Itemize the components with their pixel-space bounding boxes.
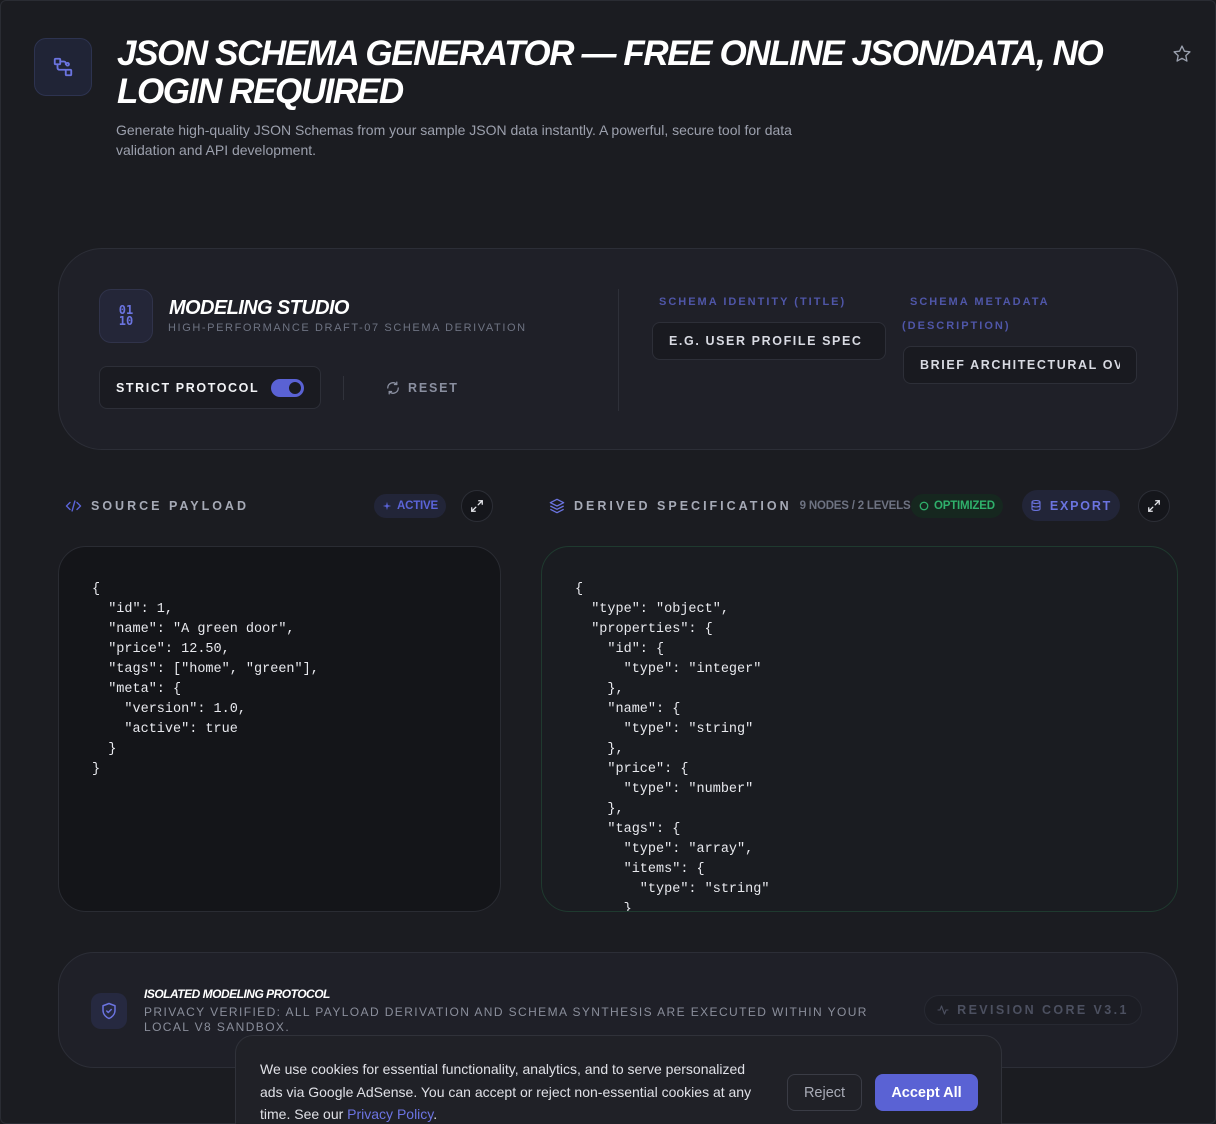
reset-button[interactable]: Reset [386,376,459,400]
studio-subtitle: High-Performance Draft-07 Schema Derivat… [168,322,527,334]
divider [343,376,344,400]
cookie-text: We use cookies for essential functionali… [260,1058,770,1124]
derived-schema-output[interactable]: { "type": "object", "properties": { "id"… [541,546,1178,912]
optimized-status-label: Optimized [934,500,995,512]
export-label: Export [1049,498,1113,513]
derived-spec-header: Derived Specification 9 Nodes / 2 Levels [549,493,911,519]
optimized-status-badge: Optimized [911,494,1003,518]
expand-icon [1148,500,1160,512]
app-window: JSON Schema Generator — Free Online JSON… [0,0,1216,1124]
strict-protocol-toggle[interactable] [271,378,304,397]
binary-icon-bottom: 10 [118,314,134,328]
code-icon [65,500,82,512]
resize-handle[interactable] [490,901,498,909]
studio-title: Modeling Studio [169,297,349,319]
derived-spec-title: Derived Specification [574,499,792,513]
schema-title-input[interactable] [652,322,886,360]
favorite-star-icon[interactable] [1169,41,1195,67]
source-payload-header: Source Payload [65,493,249,519]
protocol-title: Isolated Modeling Protocol [144,987,330,1001]
accept-all-cookies-button[interactable]: Accept All [875,1074,978,1111]
revision-label: Revision Core v3.1 [957,1003,1129,1017]
database-icon [1031,499,1041,512]
strict-protocol-label: Strict Protocol [116,380,260,395]
page-subtitle: Generate high-quality JSON Schemas from … [116,122,792,158]
node-count: 9 Nodes / 2 Levels [799,500,911,512]
privacy-policy-link[interactable]: Privacy Policy [347,1106,433,1122]
activity-icon [937,1005,949,1015]
modeling-studio-panel: 01 10 Modeling Studio High-Performance D… [58,248,1178,450]
active-status-label: Active [397,500,438,512]
layers-icon [549,498,565,514]
derived-schema-code[interactable]: { "type": "object", "properties": { "id"… [542,547,1177,911]
app-logo-icon [34,38,92,96]
reject-cookies-button[interactable]: Reject [787,1074,862,1111]
shield-check-icon [91,993,127,1029]
schema-identity-label: Schema Identity (Title) [659,296,847,308]
expand-icon [471,500,483,512]
reset-label: Reset [408,381,459,395]
toggle-knob [289,381,301,394]
schema-metadata-label: Schema Metadata (Description) [902,296,1050,332]
protocol-text: Privacy Verified: All payload derivation… [144,1005,868,1034]
binary-icon: 01 10 [99,289,153,343]
cookie-banner: We use cookies for essential functionali… [235,1035,1002,1124]
active-status-badge: Active [374,494,446,518]
strict-protocol-control: Strict Protocol [99,366,321,409]
expand-source-button[interactable] [461,490,493,522]
source-json-code[interactable]: { "id": 1, "name": "A green door", "pric… [59,547,500,780]
revision-badge: Revision Core v3.1 [924,995,1142,1025]
sparkle-icon [382,501,392,511]
resize-handle[interactable] [1167,901,1175,909]
expand-derived-button[interactable] [1138,490,1170,522]
refresh-icon [387,381,399,395]
divider [618,289,619,411]
source-json-editor[interactable]: { "id": 1, "name": "A green door", "pric… [58,546,501,912]
export-button[interactable]: Export [1022,490,1120,521]
schema-description-input[interactable] [903,346,1137,384]
page-title: JSON Schema Generator — Free Online JSON… [117,34,1104,111]
cookie-message: We use cookies for essential functionali… [260,1061,752,1122]
check-circle-icon [919,501,929,511]
cookie-period: . [433,1106,438,1122]
source-payload-title: Source Payload [91,499,249,513]
